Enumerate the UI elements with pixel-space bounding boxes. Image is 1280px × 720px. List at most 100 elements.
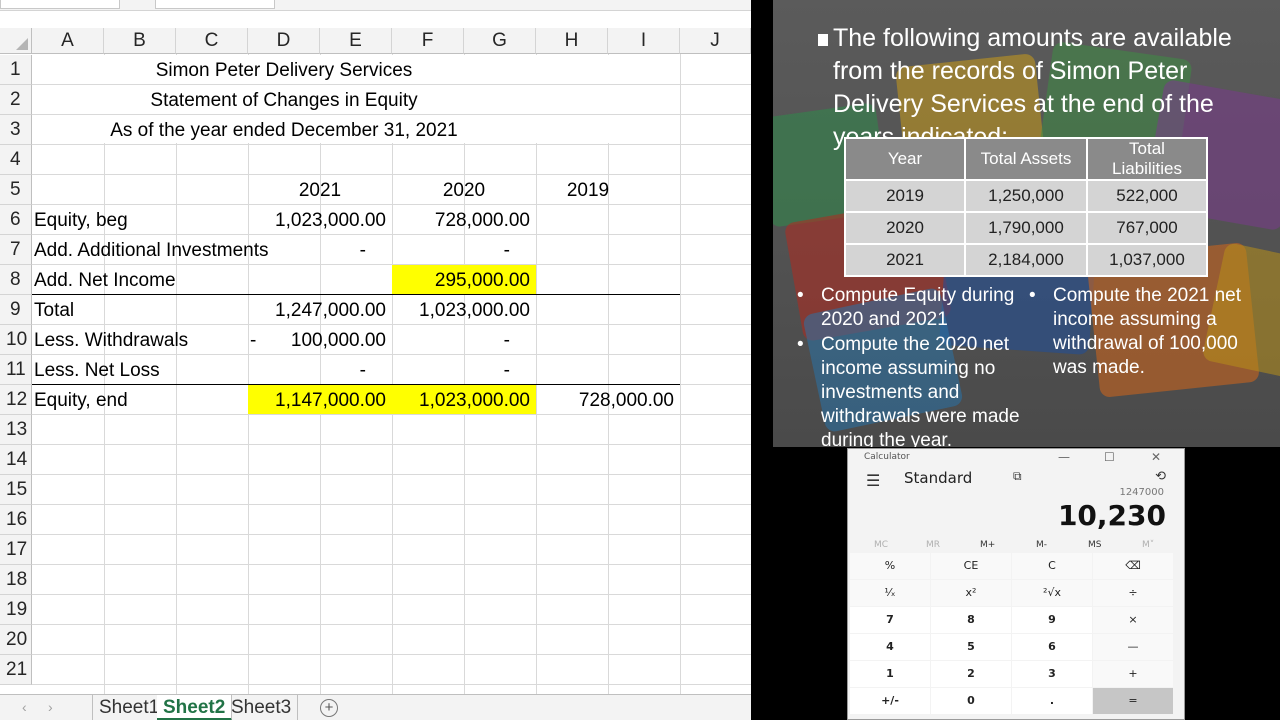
column-header-i[interactable]: I: [608, 28, 680, 54]
mc-button[interactable]: MC: [874, 540, 888, 550]
keep-on-top-icon[interactable]: ⧉: [1013, 469, 1022, 484]
column-header-d[interactable]: D: [248, 28, 320, 54]
add-button[interactable]: +: [1093, 661, 1173, 687]
row-header-7[interactable]: 7: [0, 235, 32, 265]
cell-e12[interactable]: 1,147,000.00: [248, 386, 392, 416]
backspace-icon[interactable]: ⌫: [1093, 553, 1173, 579]
row-header-10[interactable]: 10: [0, 325, 32, 355]
mr-button[interactable]: MR: [926, 540, 940, 550]
prev-sheet-icon[interactable]: ‹: [22, 699, 27, 715]
year-header-2019[interactable]: 2019: [536, 176, 640, 206]
divide-button[interactable]: ÷: [1093, 580, 1173, 606]
m-plus-button[interactable]: M+: [980, 540, 995, 550]
name-box[interactable]: [0, 0, 120, 9]
decimal-button[interactable]: .: [1012, 688, 1092, 714]
digit-5-button[interactable]: 5: [931, 634, 1011, 660]
subtract-button[interactable]: —: [1093, 634, 1173, 660]
cell-g11[interactable]: -: [392, 356, 536, 386]
row-header-9[interactable]: 9: [0, 295, 32, 325]
row-header-19[interactable]: 19: [0, 595, 32, 625]
negate-button[interactable]: +/-: [850, 688, 930, 714]
reciprocal-button[interactable]: ¹⁄ₓ: [850, 580, 930, 606]
statement-title[interactable]: Statement of Changes in Equity: [32, 86, 536, 116]
row-header-8[interactable]: 8: [0, 265, 32, 295]
percent-button[interactable]: %: [850, 553, 930, 579]
row-header-20[interactable]: 20: [0, 625, 32, 655]
multiply-button[interactable]: ×: [1093, 607, 1173, 633]
digit-2-button[interactable]: 2: [931, 661, 1011, 687]
close-icon[interactable]: ✕: [1151, 450, 1161, 464]
row-header-15[interactable]: 15: [0, 475, 32, 505]
column-header-a[interactable]: A: [32, 28, 104, 54]
digit-3-button[interactable]: 3: [1012, 661, 1092, 687]
column-header-f[interactable]: F: [392, 28, 464, 54]
label-net-income[interactable]: Add. Net Income: [32, 266, 248, 296]
label-equity-end[interactable]: Equity, end: [32, 386, 248, 416]
label-additional-investments[interactable]: Add. Additional Investments: [32, 236, 268, 266]
row-header-2[interactable]: 2: [0, 85, 32, 115]
column-header-e[interactable]: E: [320, 28, 392, 54]
row-header-6[interactable]: 6: [0, 205, 32, 235]
row-header-5[interactable]: 5: [0, 175, 32, 205]
digit-0-button[interactable]: 0: [931, 688, 1011, 714]
label-total[interactable]: Total: [32, 296, 248, 326]
column-header-j[interactable]: J: [680, 28, 751, 54]
row-header-3[interactable]: 3: [0, 115, 32, 145]
ms-button[interactable]: MS: [1088, 540, 1101, 550]
column-header-h[interactable]: H: [536, 28, 608, 54]
cell-e7[interactable]: -: [248, 236, 392, 266]
tab-sheet1[interactable]: Sheet1: [92, 695, 167, 720]
column-header-g[interactable]: G: [464, 28, 536, 54]
statement-period[interactable]: As of the year ended December 31, 2021: [32, 116, 536, 146]
digit-8-button[interactable]: 8: [931, 607, 1011, 633]
row-header-17[interactable]: 17: [0, 535, 32, 565]
square-root-button[interactable]: ²√x: [1012, 580, 1092, 606]
year-header-2021[interactable]: 2021: [248, 176, 392, 206]
memory-list-button[interactable]: M˅: [1142, 540, 1154, 550]
cell-g7[interactable]: -: [392, 236, 536, 266]
row-header-18[interactable]: 18: [0, 565, 32, 595]
cell-e10[interactable]: 100,000.00: [248, 326, 392, 356]
row-header-11[interactable]: 11: [0, 355, 32, 385]
m-minus-button[interactable]: M-: [1036, 540, 1047, 550]
row-header-13[interactable]: 13: [0, 415, 32, 445]
row-header-16[interactable]: 16: [0, 505, 32, 535]
clear-entry-button[interactable]: CE: [931, 553, 1011, 579]
cell-e11[interactable]: -: [248, 356, 392, 386]
digit-9-button[interactable]: 9: [1012, 607, 1092, 633]
cell-g12[interactable]: 1,023,000.00: [392, 386, 536, 416]
hamburger-menu-icon[interactable]: ☰: [866, 471, 880, 490]
row-header-21[interactable]: 21: [0, 655, 32, 685]
cell-e6[interactable]: 1,023,000.00: [248, 206, 392, 236]
equals-button[interactable]: =: [1093, 688, 1173, 714]
column-header-c[interactable]: C: [176, 28, 248, 54]
history-icon[interactable]: ⟲: [1155, 469, 1166, 484]
digit-6-button[interactable]: 6: [1012, 634, 1092, 660]
tab-sheet3[interactable]: Sheet3: [225, 695, 299, 720]
digit-4-button[interactable]: 4: [850, 634, 930, 660]
statement-company-title[interactable]: Simon Peter Delivery Services: [32, 56, 536, 86]
column-header-b[interactable]: B: [104, 28, 176, 54]
plus-circle-icon[interactable]: +: [320, 699, 338, 717]
label-withdrawals[interactable]: Less. Withdrawals: [32, 326, 248, 356]
square-button[interactable]: x²: [931, 580, 1011, 606]
clear-button[interactable]: C: [1012, 553, 1092, 579]
cell-i12[interactable]: 728,000.00: [536, 386, 680, 416]
row-header-4[interactable]: 4: [0, 145, 32, 175]
next-sheet-icon[interactable]: ›: [48, 699, 53, 715]
cell-e9[interactable]: 1,247,000.00: [248, 296, 392, 326]
digit-7-button[interactable]: 7: [850, 607, 930, 633]
label-net-loss[interactable]: Less. Net Loss: [32, 356, 248, 386]
row-header-12[interactable]: 12: [0, 385, 32, 415]
cell-g10[interactable]: -: [392, 326, 536, 356]
cell-g6[interactable]: 728,000.00: [392, 206, 536, 236]
cell-g8[interactable]: 295,000.00: [392, 266, 536, 296]
tab-sheet2[interactable]: Sheet2: [157, 695, 233, 720]
year-header-2020[interactable]: 2020: [392, 176, 536, 206]
minimize-icon[interactable]: —: [1058, 450, 1070, 464]
maximize-icon[interactable]: ☐: [1104, 450, 1115, 464]
formula-box[interactable]: [155, 0, 275, 9]
cell-g9[interactable]: 1,023,000.00: [392, 296, 536, 326]
row-header-14[interactable]: 14: [0, 445, 32, 475]
row-header-1[interactable]: 1: [0, 55, 32, 85]
